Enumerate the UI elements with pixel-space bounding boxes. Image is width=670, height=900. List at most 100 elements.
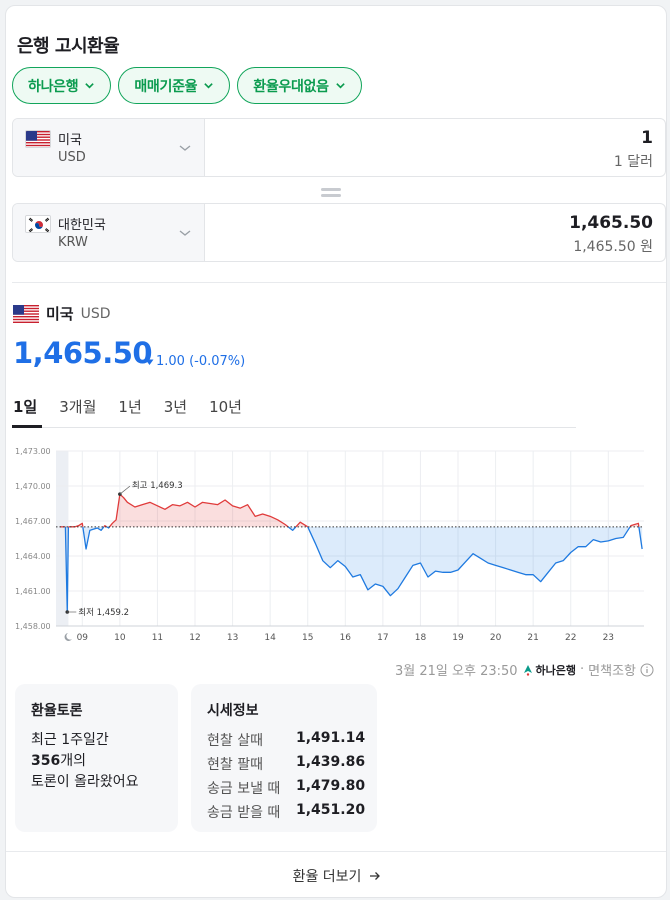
hana-logo-icon	[523, 664, 532, 676]
x-tick-label: 16	[340, 633, 352, 643]
tab-10y[interactable]: 10년	[209, 396, 242, 417]
tab-3m[interactable]: 3개월	[59, 396, 96, 417]
bank-logo: 하나은행	[522, 662, 576, 678]
x-tick-label: 14	[264, 633, 276, 643]
price-label: 현찰 살때	[207, 733, 263, 749]
more-rates-button[interactable]: 환율 더보기	[6, 851, 666, 897]
filter-bar: 하나은행 매매기준율 환율우대없음	[12, 67, 362, 104]
us-flag-icon	[25, 130, 51, 148]
equals-icon	[321, 188, 341, 197]
from-currency-select[interactable]: 미국 USD	[13, 119, 205, 176]
from-amount-input[interactable]: 1	[641, 128, 653, 148]
period-tabs: 1일 3개월 1년 3년 10년	[13, 396, 242, 417]
y-tick-label: 1,461.00	[15, 587, 51, 596]
price-info-title: 시세정보	[207, 703, 259, 719]
rate-type-filter-button[interactable]: 매매기준율	[118, 67, 231, 104]
x-tick-label: 20	[490, 633, 502, 643]
source-info: 3월 21일 오후 23:50 하나은행 · 면책조항	[395, 660, 654, 679]
price-value: 1,479.80	[296, 778, 366, 794]
arrow-right-icon	[370, 871, 381, 880]
x-tick-label: 13	[227, 633, 238, 643]
us-flag-icon	[13, 304, 39, 323]
y-tick-label: 1,458.00	[15, 622, 51, 631]
current-rate: 1,465.50	[13, 336, 153, 370]
to-currency-select[interactable]: 대한민국 KRW	[13, 204, 205, 261]
chevron-down-icon	[179, 230, 191, 236]
to-currency-box: 대한민국 KRW 1,465.50 1,465.50 원	[12, 203, 666, 262]
more-rates-label: 환율 더보기	[292, 868, 362, 885]
bank-filter-label: 하나은행	[28, 78, 79, 95]
x-tick-label: 23	[603, 633, 614, 643]
chevron-down-icon	[204, 83, 213, 89]
forum-title: 환율토론	[31, 703, 83, 719]
forum-line3: 토론이 올라왔어요	[31, 774, 139, 790]
tab-1y[interactable]: 1년	[118, 396, 141, 417]
x-tick-label: 17	[377, 633, 388, 643]
from-currency-name: 미국	[58, 133, 82, 148]
x-tick-label: 15	[302, 633, 313, 643]
price-value: 1,491.14	[296, 730, 366, 746]
rate-type-filter-label: 매매기준율	[134, 78, 198, 95]
price-row: 송금 받을 때 1,451.20	[207, 802, 365, 822]
from-currency-code: USD	[58, 150, 86, 165]
chevron-down-icon	[335, 83, 345, 89]
bank-name: 하나은행	[535, 663, 577, 677]
price-row: 현찰 살때 1,491.14	[207, 730, 365, 750]
section-divider	[12, 282, 666, 283]
to-amount-text: 1,465.50 원	[573, 239, 653, 255]
rate-change-text: 1.00 (-0.07%)	[156, 354, 246, 369]
y-tick-label: 1,470.00	[15, 482, 51, 491]
price-row: 현찰 팔때 1,439.86	[207, 754, 365, 774]
y-tick-label: 1,473.00	[15, 447, 51, 456]
y-tick-label: 1,467.00	[15, 517, 51, 526]
kr-flag-icon	[25, 215, 51, 233]
forum-line2: 356개의	[31, 751, 139, 772]
price-label: 송금 받을 때	[207, 805, 281, 821]
bank-filter-button[interactable]: 하나은행	[12, 67, 112, 104]
tab-1d[interactable]: 1일	[13, 396, 37, 417]
chevron-down-icon	[179, 145, 191, 151]
price-value: 1,451.20	[296, 802, 366, 818]
to-currency-code: KRW	[58, 235, 88, 250]
forum-count: 356	[31, 753, 61, 769]
page-title: 은행 고시환율	[17, 36, 120, 57]
forum-text: 최근 1주일간 356개의 토론이 올라왔어요	[31, 730, 139, 793]
moon-icon	[64, 633, 72, 641]
to-amount-input[interactable]: 1,465.50	[569, 213, 653, 233]
info-icon[interactable]	[640, 663, 654, 677]
chevron-down-icon	[85, 83, 95, 89]
rate-header: 미국 USD	[13, 303, 111, 324]
rate-country: 미국	[46, 305, 74, 323]
rate-chart[interactable]: 1,458.00 1,461.00 1,464.00 1,467.00 1,470.00…	[6, 434, 667, 649]
update-time: 3월 21일 오후 23:50	[395, 664, 518, 679]
price-label: 현찰 팔때	[207, 757, 263, 773]
x-tick-label: 09	[77, 633, 89, 643]
high-label: 최고 1,469.3	[132, 480, 183, 491]
x-tick-label: 21	[527, 633, 538, 643]
tab-divider	[12, 427, 576, 428]
price-value: 1,439.86	[296, 754, 366, 770]
separator-dot: ·	[580, 662, 585, 677]
price-label: 송금 보낼 때	[207, 781, 281, 797]
x-tick-label: 18	[415, 633, 427, 643]
forum-box[interactable]: 환율토론 최근 1주일간 356개의 토론이 올라왔어요	[15, 684, 178, 832]
price-info-box: 시세정보 현찰 살때 1,491.14 현찰 팔때 1,439.86 송금 보낼…	[191, 684, 377, 832]
x-tick-label: 10	[114, 633, 126, 643]
area-above-base	[109, 494, 289, 527]
low-label: 최저 1,459.2	[78, 607, 129, 618]
preference-filter-button[interactable]: 환율우대없음	[237, 67, 362, 104]
y-tick-label: 1,464.00	[15, 552, 51, 561]
rate-code: USD	[80, 305, 111, 322]
forum-line1: 최근 1주일간	[31, 732, 109, 748]
preference-filter-label: 환율우대없음	[253, 78, 329, 95]
active-tab-indicator	[12, 425, 42, 428]
forum-count-suffix: 개의	[60, 753, 86, 769]
x-tick-label: 19	[452, 633, 464, 643]
disclaimer-link[interactable]: 면책조항	[588, 660, 636, 679]
to-currency-name: 대한민국	[58, 218, 106, 233]
tab-3y[interactable]: 3년	[164, 396, 187, 417]
triangle-down-icon	[145, 359, 154, 365]
price-row: 송금 보낼 때 1,479.80	[207, 778, 365, 798]
rate-change: 1.00 (-0.07%)	[145, 354, 245, 369]
from-amount-text: 1 달러	[613, 154, 653, 170]
